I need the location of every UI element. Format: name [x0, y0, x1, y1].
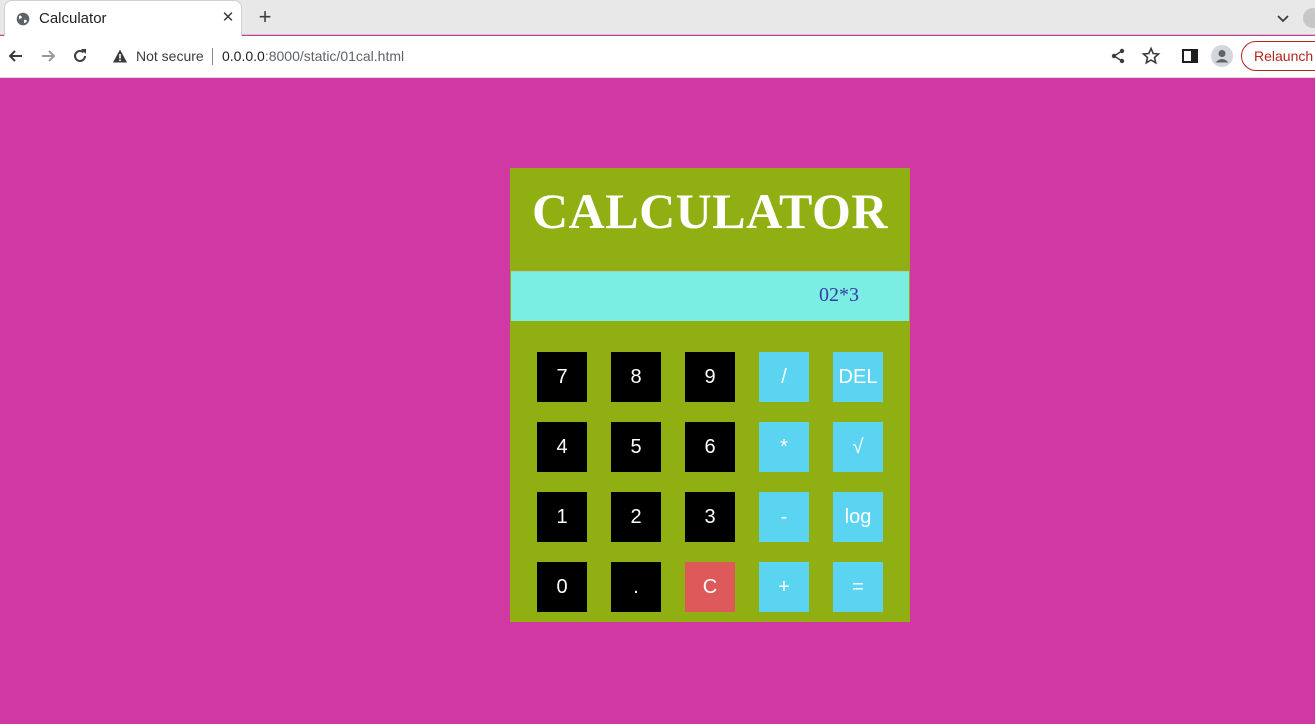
tab-title: Calculator [39, 10, 107, 27]
key-9-button[interactable]: 9 [685, 352, 735, 402]
decimal-point-button[interactable]: . [611, 562, 661, 612]
calculator-display: 02*3 [511, 271, 909, 321]
forward-arrow-icon[interactable] [38, 46, 58, 66]
window-control-icon[interactable] [1303, 8, 1315, 28]
url-path: :8000/static/01cal.html [264, 48, 405, 64]
new-tab-button[interactable]: + [255, 6, 275, 28]
key-1-button[interactable]: 1 [537, 492, 587, 542]
square-root-button[interactable]: √ [833, 422, 883, 472]
warning-icon[interactable] [112, 48, 128, 64]
equals-button[interactable]: = [833, 562, 883, 612]
key-4-button[interactable]: 4 [537, 422, 587, 472]
add-button[interactable]: + [759, 562, 809, 612]
address-bar[interactable]: Not secure 0.0.0.0:8000/static/01cal.htm… [102, 41, 1102, 71]
display-value: 02*3 [819, 284, 859, 306]
back-arrow-icon[interactable] [6, 46, 26, 66]
calculator-title: CALCULATOR [532, 183, 888, 239]
browser-tab-bar: Calculator ✕ + [0, 0, 1315, 36]
divide-button[interactable]: / [759, 352, 809, 402]
browser-nav-bar: Not secure 0.0.0.0:8000/static/01cal.htm… [0, 36, 1315, 78]
share-icon[interactable] [1108, 46, 1128, 66]
address-separator [212, 48, 213, 65]
key-0-button[interactable]: 0 [537, 562, 587, 612]
key-2-button[interactable]: 2 [611, 492, 661, 542]
key-6-button[interactable]: 6 [685, 422, 735, 472]
browser-tab[interactable]: Calculator ✕ [4, 0, 242, 36]
key-8-button[interactable]: 8 [611, 352, 661, 402]
multiply-button[interactable]: * [759, 422, 809, 472]
log-button[interactable]: log [833, 492, 883, 542]
key-5-button[interactable]: 5 [611, 422, 661, 472]
key-7-button[interactable]: 7 [537, 352, 587, 402]
reload-icon[interactable] [70, 46, 90, 66]
chevron-down-icon[interactable] [1275, 10, 1291, 26]
delete-button[interactable]: DEL [833, 352, 883, 402]
calculator-panel: CALCULATOR 02*3 7 8 9 / DEL 4 5 6 * √ 1 … [510, 168, 910, 622]
side-panel-icon[interactable] [1180, 46, 1200, 66]
globe-icon [16, 12, 30, 26]
profile-avatar-icon[interactable] [1211, 45, 1233, 67]
tab-close-icon[interactable]: ✕ [219, 9, 237, 27]
url-text[interactable]: 0.0.0.0:8000/static/01cal.html [222, 48, 404, 64]
not-secure-label[interactable]: Not secure [136, 48, 204, 64]
url-host: 0.0.0.0 [222, 48, 265, 64]
relaunch-button[interactable]: Relaunch [1241, 41, 1315, 71]
clear-button[interactable]: C [685, 562, 735, 612]
bookmark-star-icon[interactable] [1141, 46, 1161, 66]
subtract-button[interactable]: - [759, 492, 809, 542]
key-3-button[interactable]: 3 [685, 492, 735, 542]
